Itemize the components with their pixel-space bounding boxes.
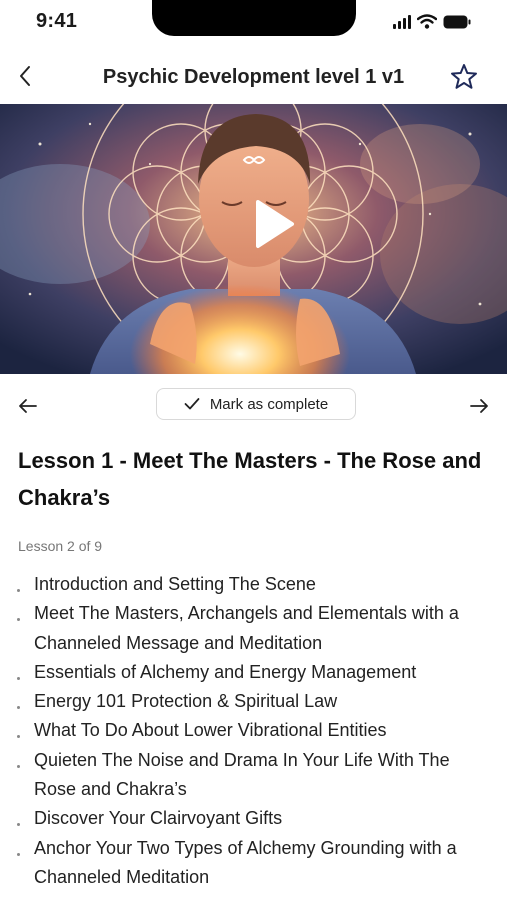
status-icons [393, 14, 471, 29]
wifi-icon [417, 14, 437, 29]
lesson-counter: Lesson 2 of 9 [18, 538, 103, 554]
check-icon [184, 398, 200, 410]
previous-lesson-arrow-icon[interactable] [16, 394, 40, 418]
lesson-outline-list: Introduction and Setting The Scene Meet … [0, 570, 507, 892]
page-title: Psychic Development level 1 v1 [102, 66, 405, 88]
list-item-text: Energy 101 Protection & Spiritual Law [34, 691, 338, 712]
list-item-text: Anchor Your Two Types of Alchemy Groundi… [34, 837, 457, 887]
next-lesson-arrow-icon[interactable] [467, 394, 491, 418]
list-item: Quieten The Noise and Drama In Your Life… [0, 746, 507, 805]
bullet-icon [17, 852, 20, 856]
list-item-text: Quieten The Noise and Drama In Your Life… [34, 749, 450, 800]
bullet-icon [17, 823, 20, 827]
status-bar: 9:41 [0, 0, 507, 48]
play-icon[interactable] [254, 198, 296, 250]
list-item-text: What To Do About Lower Vibrational Entit… [34, 720, 387, 741]
list-item: Anchor Your Two Types of Alchemy Groundi… [0, 834, 507, 893]
list-item: Essentials of Alchemy and Energy Managem… [0, 658, 507, 687]
mark-complete-label: Mark as complete [209, 395, 329, 413]
bullet-icon [17, 735, 20, 739]
course-header: Psychic Development level 1 v1 [0, 52, 507, 104]
list-item: Introduction and Setting The Scene [0, 570, 507, 599]
status-time: 9:41 [36, 10, 78, 32]
lesson-title: Lesson 1 - Meet The Masters - The Rose a… [18, 448, 482, 510]
favorite-star-icon[interactable] [449, 62, 479, 92]
lesson-navigation: Mark as complete [0, 386, 507, 426]
battery-icon [443, 15, 471, 28]
bullet-icon [17, 618, 20, 622]
lesson-video[interactable] [0, 104, 507, 374]
list-item: Energy 101 Protection & Spiritual Law [0, 687, 507, 716]
list-item-text: Essentials of Alchemy and Energy Managem… [34, 661, 417, 682]
list-item-text: Introduction and Setting The Scene [34, 574, 316, 594]
mark-complete-button[interactable]: Mark as complete [156, 388, 356, 420]
list-item-text: Meet The Masters, Archangels and Element… [34, 603, 459, 653]
list-item-text: Discover Your Clairvoyant Gifts [34, 808, 283, 829]
back-chevron-icon[interactable] [12, 60, 40, 92]
list-item: Meet The Masters, Archangels and Element… [0, 599, 507, 658]
list-item: Discover Your Clairvoyant Gifts [0, 804, 507, 833]
bullet-icon [17, 764, 20, 768]
signal-icon [393, 14, 411, 29]
bullet-icon [17, 676, 20, 680]
bullet-icon [17, 706, 20, 710]
device-notch [152, 0, 356, 36]
list-item: What To Do About Lower Vibrational Entit… [0, 716, 507, 745]
bullet-icon [17, 589, 20, 592]
